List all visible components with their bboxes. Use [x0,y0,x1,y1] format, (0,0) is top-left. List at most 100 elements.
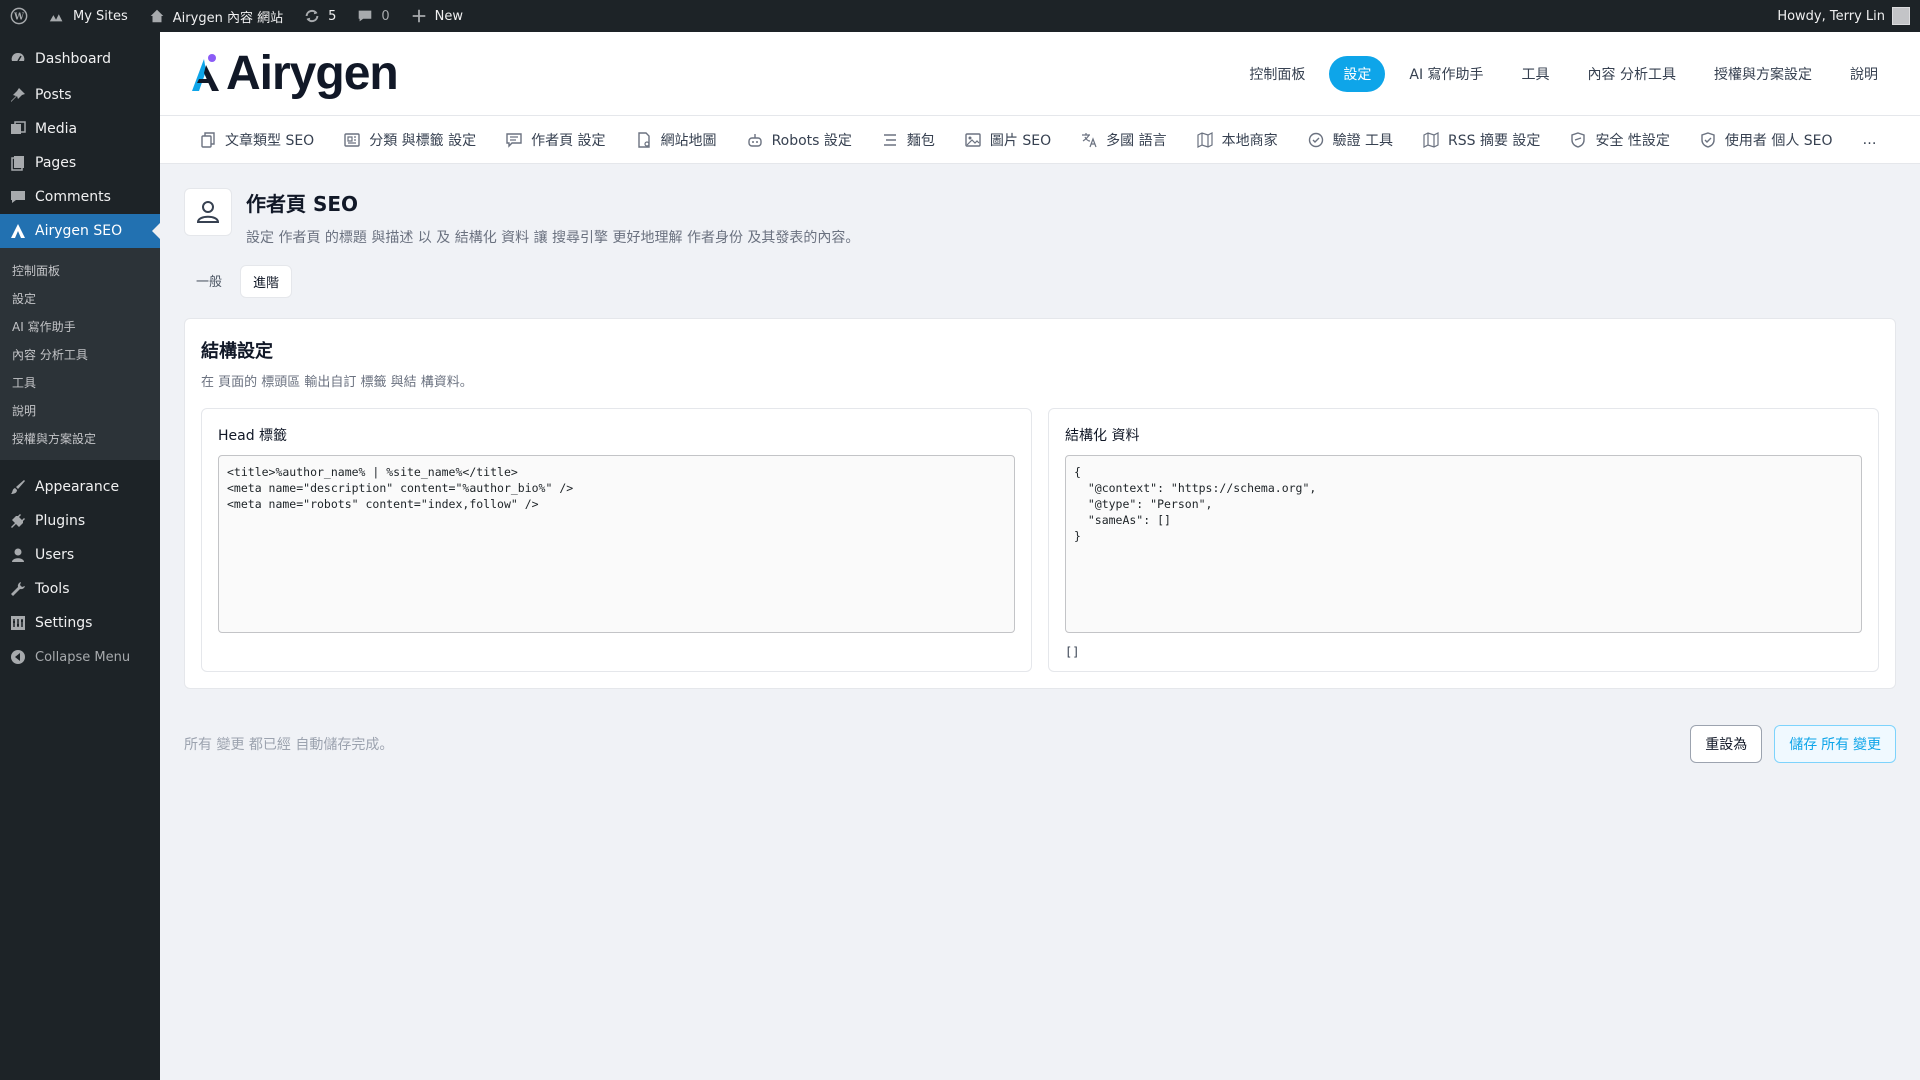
sidebar-item-users[interactable]: Users [0,538,160,572]
comments-menu[interactable]: 0 [346,0,399,32]
airygen-logo[interactable]: Airygen [188,46,399,101]
submenu-item[interactable]: 控制面板 [0,256,160,284]
topnav-item-help[interactable]: 說明 [1836,56,1892,92]
sidebar-item-tools[interactable]: Tools [0,572,160,606]
plug-icon [10,513,26,529]
sidebar-item-label: Users [35,547,75,563]
main-area: Airygen 控制面板 設定 AI 寫作助手 工具 內容 分析工具 授權與方案… [160,32,1920,1080]
rss-icon [1423,131,1439,148]
tab-robots[interactable]: Robots 設定 [747,130,852,150]
sidebar-item-plugins[interactable]: Plugins [0,504,160,538]
tab-sitemap[interactable]: 網站地圖 [636,130,717,150]
comment-icon [10,189,26,205]
tab-label: RSS 摘要 設定 [1448,132,1541,149]
sidebar-item-settings[interactable]: Settings [0,606,160,640]
tab-post-type-seo[interactable]: 文章類型 SEO [200,130,314,150]
tab-label: 文章類型 SEO [225,132,315,149]
sidebar-item-posts[interactable]: Posts [0,78,160,112]
sidebar-item-appearance[interactable]: Appearance [0,470,160,504]
reset-button[interactable]: 重設為 [1690,725,1763,763]
tab-image-seo[interactable]: 圖片 SEO [965,130,1051,150]
dashboard-icon [10,51,26,67]
schema-textarea[interactable]: { "@context": "https://schema.org", "@ty… [1065,455,1862,633]
submenu-item[interactable]: 內容 分析工具 [0,340,160,368]
tab-label: 安全 性設定 [1595,132,1670,149]
airygen-submenu: 控制面板 設定 AI 寫作助手 內容 分析工具 工具 說明 授權與方案設定 [0,248,160,460]
submenu-item[interactable]: 工具 [0,368,160,396]
topnav-item-license[interactable]: 授權與方案設定 [1700,56,1826,92]
tab-local-business[interactable]: 本地商家 [1196,130,1278,150]
updates-menu[interactable]: 5 [293,0,346,32]
head-tags-textarea[interactable]: <title>%author_name% | %site_name%</titl… [218,455,1015,633]
my-sites-menu[interactable]: My Sites [38,0,138,32]
subtab-advanced[interactable]: 進階 [240,265,293,298]
tab-label: 麵包 [906,132,935,149]
admin-sidebar: Dashboard Posts Media Pages Comments Air… [0,32,160,1080]
tab-breadcrumb[interactable]: 麵包 [882,130,935,150]
topnav-item-settings[interactable]: 設定 [1329,55,1386,92]
wrench-icon [10,581,26,597]
site-name-menu[interactable]: Airygen 內容 網站 [138,0,293,32]
page-footer: 所有 變更 都已經 自動儲存完成。 重設為 儲存 所有 變更 [184,725,1896,763]
sidebar-item-label: Settings [35,615,93,631]
sidebar-item-comments[interactable]: Comments [0,180,160,214]
tab-label: … [1862,131,1877,148]
page-description: 設定 作者頁 的標題 與描述 以 及 結構化 資料 讓 搜尋引擎 更好地理解 作… [246,230,860,246]
admin-bar: W My Sites Airygen 內容 網站 5 0 New Howdy, … [0,0,1920,32]
submenu-item[interactable]: 授權與方案設定 [0,424,160,452]
sidebar-item-label: Posts [35,87,72,103]
pin-icon [10,87,26,103]
submenu-item[interactable]: AI 寫作助手 [0,312,160,340]
map-icon [1196,131,1213,148]
sidebar-item-media[interactable]: Media [0,112,160,146]
collapse-label: Collapse Menu [35,649,131,665]
topnav-item-analysis[interactable]: 內容 分析工具 [1574,56,1690,92]
shield-check-icon [1700,131,1716,148]
topnav-item-dashboard[interactable]: 控制面板 [1235,56,1319,92]
collapse-menu-button[interactable]: Collapse Menu [0,640,160,674]
tab-author[interactable]: 作者頁 設定 [506,130,606,150]
account-menu[interactable]: Howdy, Terry Lin [1767,0,1920,32]
site-name-label: Airygen 內容 網站 [172,10,284,26]
sidebar-item-airygen-seo[interactable]: Airygen SEO [0,214,160,248]
subtab-general[interactable]: 一般 [184,265,234,298]
topnav-item-ai[interactable]: AI 寫作助手 [1395,56,1497,92]
page-title: 作者頁 SEO [246,192,359,216]
shield-icon [1570,131,1586,148]
sidebar-item-dashboard[interactable]: Dashboard [0,42,160,76]
tab-label: 驗證 工具 [1332,132,1394,149]
tab-user-seo[interactable]: 使用者 個人 SEO [1700,130,1833,150]
user-icon [184,188,232,236]
tab-rss[interactable]: RSS 摘要 設定 [1423,130,1540,150]
wordpress-icon: W [10,7,28,25]
tab-multilingual[interactable]: 多國 語言 [1081,130,1167,150]
tab-security[interactable]: 安全 性設定 [1570,130,1670,150]
head-tags-label: Head 標籤 [218,428,288,444]
sidebar-item-label: Pages [35,155,77,171]
wordpress-logo-button[interactable]: W [0,0,38,32]
sidebar-item-pages[interactable]: Pages [0,146,160,180]
topnav-item-tools[interactable]: 工具 [1508,56,1564,92]
submenu-item[interactable]: 說明 [0,396,160,424]
head-tags-panel: Head 標籤 <title>%author_name% | %site_nam… [201,408,1032,672]
top-nav: 控制面板 設定 AI 寫作助手 工具 內容 分析工具 授權與方案設定 說明 [1235,55,1892,92]
logo-text: Airygen [226,47,399,100]
new-content-menu[interactable]: New [400,0,473,32]
media-icon [10,121,26,137]
footer-buttons: 重設為 儲存 所有 變更 [1690,725,1896,763]
sidebar-item-label: Plugins [35,513,86,529]
plus-icon [412,9,425,23]
schema-panel: 結構化 資料 { "@context": "https://schema.org… [1048,408,1879,672]
autosave-status: 所有 變更 都已經 自動儲存完成。 [184,737,394,753]
settings-icon [10,615,26,631]
tab-more[interactable]: … [1863,132,1877,148]
submenu-item[interactable]: 設定 [0,284,160,312]
settings-tabs: 文章類型 SEO 分類 與標籤 設定 作者頁 設定 網站地圖 Robots 設定… [160,116,1920,164]
sidebar-item-label: Comments [35,189,111,205]
tab-label: 作者頁 設定 [531,132,606,149]
schema-label: 結構化 資料 [1065,428,1140,444]
tab-verification[interactable]: 驗證 工具 [1308,130,1393,150]
updates-count: 5 [328,8,337,24]
tab-taxonomy[interactable]: 分類 與標籤 設定 [344,130,476,150]
save-button[interactable]: 儲存 所有 變更 [1774,725,1896,763]
